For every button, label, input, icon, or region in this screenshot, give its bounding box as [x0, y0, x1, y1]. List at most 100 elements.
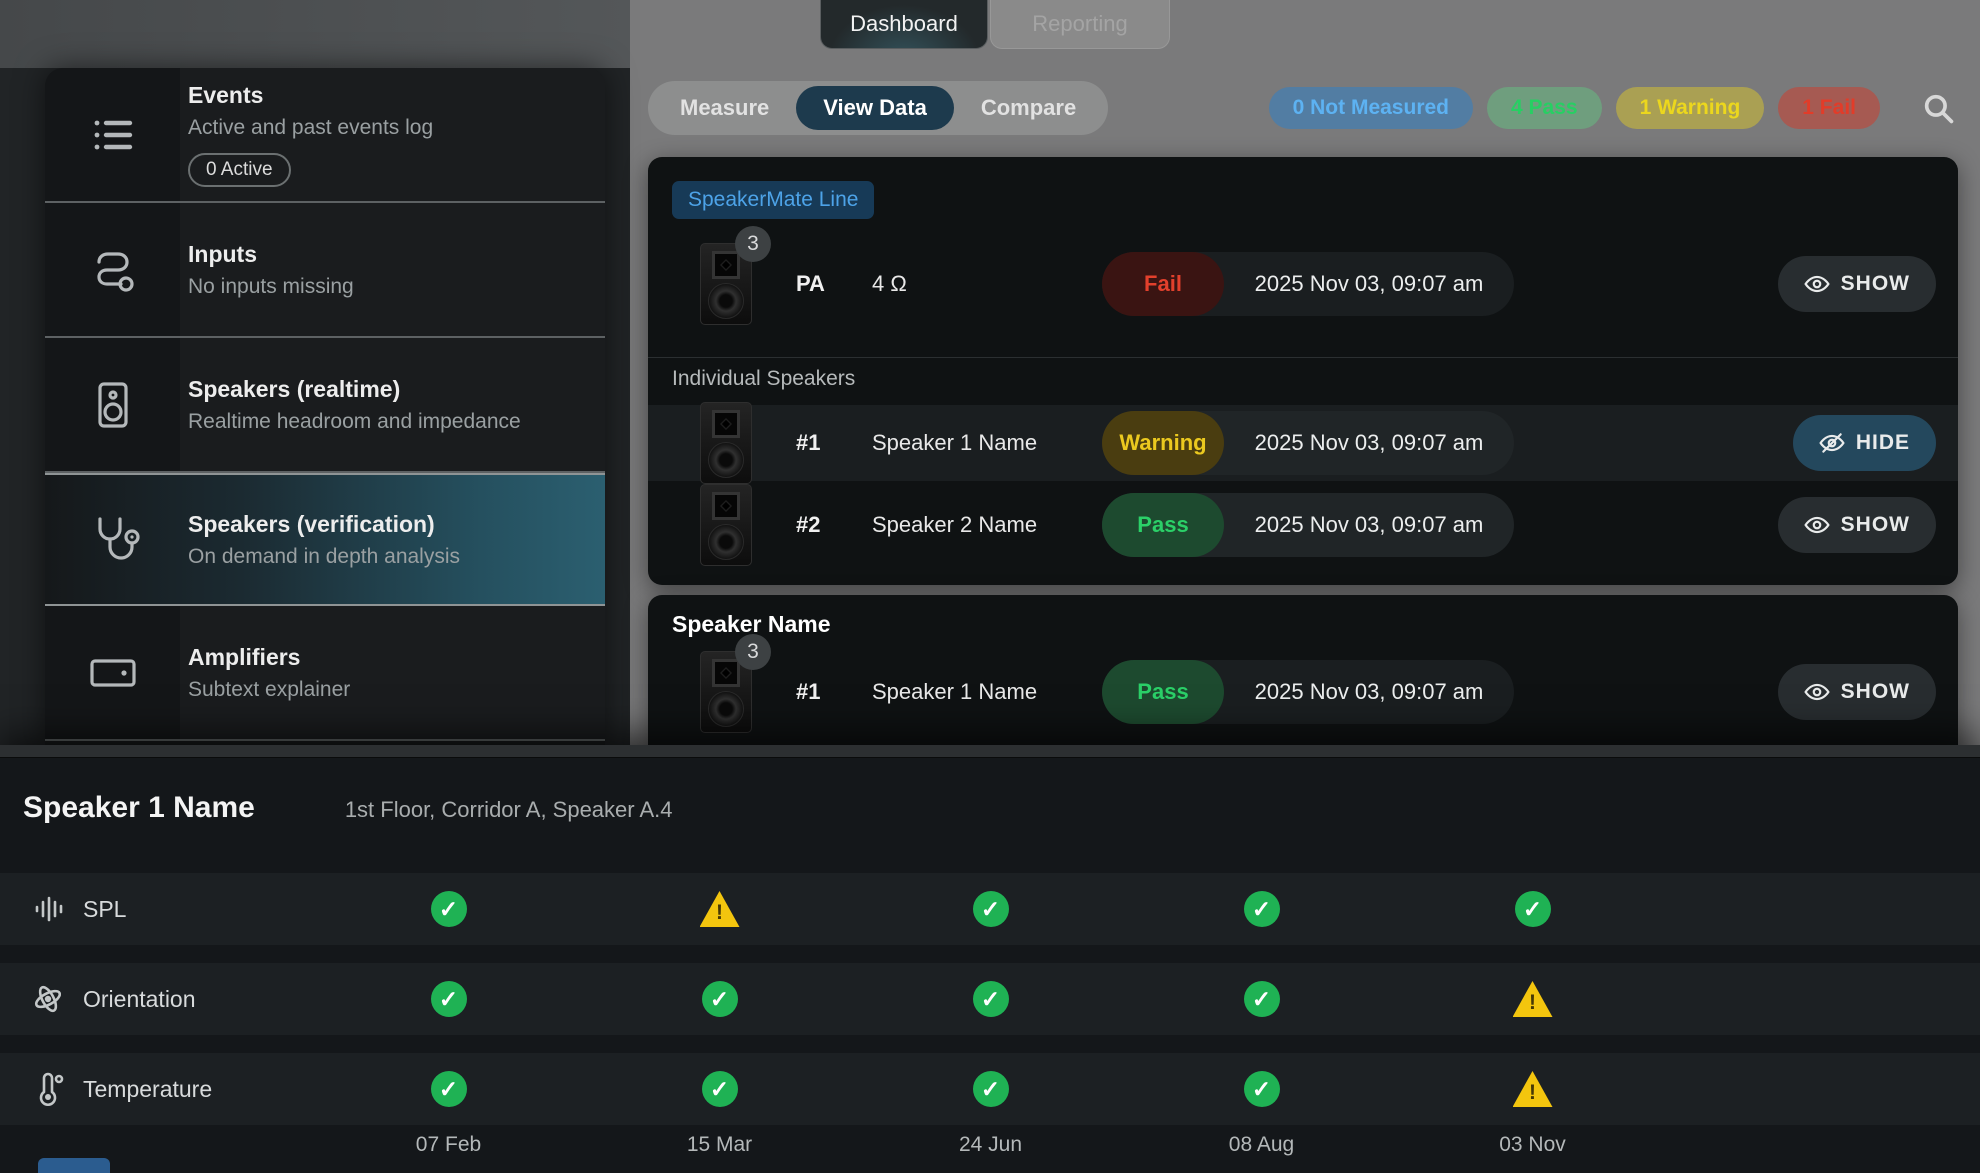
sheet-title: Speaker 1 Name — [23, 791, 255, 825]
sheet-drag-handle[interactable] — [0, 745, 1980, 758]
status-icon[interactable] — [1244, 1071, 1280, 1107]
status-counters: 0 Not Measured 4 Pass 1 Warning 1 Fail — [1269, 87, 1958, 129]
events-active-badge: 0 Active — [188, 153, 291, 187]
status-icon[interactable] — [1513, 1071, 1553, 1107]
sidebar-item-subtitle: No inputs missing — [188, 275, 354, 299]
search-icon[interactable] — [1918, 88, 1958, 128]
sidebar-item-title: Events — [188, 82, 433, 109]
sidebar-item-subtitle: Realtime headroom and impedance — [188, 410, 521, 434]
metric-row-spl: SPL — [0, 873, 1980, 945]
status-icon[interactable] — [702, 1071, 738, 1107]
table-row-speaker-2[interactable]: #2 Speaker 2 Name Pass 2025 Nov 03, 09:0… — [648, 487, 1958, 563]
status-badge: Warning — [1102, 411, 1224, 475]
status-icon[interactable] — [702, 981, 738, 1017]
list-icon — [45, 108, 180, 162]
status-icon[interactable] — [431, 891, 467, 927]
status-icon[interactable] — [1515, 891, 1551, 927]
status-icon[interactable] — [973, 1071, 1009, 1107]
speaker-thumbnail: 3 — [700, 243, 752, 325]
speaker-name: Speaker 1 Name — [872, 430, 1102, 456]
table-row-pa[interactable]: 3 PA 4 Ω Fail 2025 Nov 03, 09:07 am SHOW — [648, 241, 1958, 327]
speaker-name: Speaker 1 Name — [872, 679, 1102, 705]
status-icon[interactable] — [1244, 891, 1280, 927]
metric-label-text: Temperature — [83, 1076, 212, 1103]
sidebar-item-title: Speakers (verification) — [188, 511, 460, 538]
status-group: Pass 2025 Nov 03, 09:07 am — [1102, 493, 1514, 557]
row-id: #1 — [796, 430, 872, 456]
sidebar-item-title: Speakers (realtime) — [188, 376, 521, 403]
speaker-icon — [45, 377, 180, 433]
row-id: #1 — [796, 679, 872, 705]
status-group: Warning 2025 Nov 03, 09:07 am — [1102, 411, 1514, 475]
date-label: 15 Mar — [584, 1133, 855, 1157]
sidebar-item-events[interactable]: Events Active and past events log 0 Acti… — [45, 68, 605, 203]
status-icon[interactable] — [700, 891, 740, 927]
show-hide-button[interactable]: HIDE — [1793, 415, 1936, 471]
sidebar-item-speakers-verification[interactable]: Speakers (verification) On demand in dep… — [45, 473, 605, 606]
mode-view-data-button[interactable]: View Data — [796, 86, 954, 130]
show-hide-button[interactable]: SHOW — [1778, 664, 1936, 720]
row-detail: 4 Ω — [872, 271, 1102, 297]
sidebar-item-title: Amplifiers — [188, 644, 350, 671]
warning-counter-badge[interactable]: 1 Warning — [1616, 87, 1765, 129]
status-group: Pass 2025 Nov 03, 09:07 am — [1102, 660, 1514, 724]
date-axis: 07 Feb 15 Mar 24 Jun 08 Aug 03 Nov — [313, 1133, 1668, 1157]
sidebar-item-inputs[interactable]: Inputs No inputs missing — [45, 203, 605, 338]
show-hide-button[interactable]: SHOW — [1778, 256, 1936, 312]
measurement-timestamp: 2025 Nov 03, 09:07 am — [1224, 271, 1514, 297]
sidebar-item-title: Inputs — [188, 241, 354, 268]
sidebar-item-subtitle: Subtext explainer — [188, 678, 350, 702]
sheet-location-subtitle: 1st Floor, Corridor A, Speaker A.4 — [345, 797, 673, 823]
orientation-icon — [30, 981, 66, 1017]
sidebar-item-subtitle: On demand in depth analysis — [188, 545, 460, 569]
sidebar-item-amplifiers[interactable]: Amplifiers Subtext explainer — [45, 606, 605, 741]
metric-row-temperature: Temperature — [0, 1053, 1980, 1125]
status-group: Fail 2025 Nov 03, 09:07 am — [1102, 252, 1514, 316]
row-id: #2 — [796, 512, 872, 538]
status-icon[interactable] — [1513, 981, 1553, 1017]
toolbar: Measure View Data Compare 0 Not Measured… — [648, 82, 1958, 134]
speaker-thumbnail: 3 — [700, 651, 752, 733]
show-hide-button[interactable]: SHOW — [1778, 497, 1936, 553]
fail-counter-badge[interactable]: 1 Fail — [1778, 87, 1880, 129]
group-tag[interactable]: SpeakerMate Line — [672, 181, 874, 219]
status-badge: Pass — [1102, 493, 1224, 557]
stethoscope-icon — [45, 511, 180, 569]
speaker-detail-sheet: Speaker 1 Name 1st Floor, Corridor A, Sp… — [0, 745, 1980, 1173]
status-icon[interactable] — [431, 981, 467, 1017]
measurement-timestamp: 2025 Nov 03, 09:07 am — [1224, 679, 1514, 705]
table-row-single-speaker[interactable]: 3 #1 Speaker 1 Name Pass 2025 Nov 03, 09… — [648, 649, 1958, 735]
row-id: PA — [796, 271, 872, 297]
spl-icon — [30, 891, 66, 927]
partial-blue-button[interactable] — [38, 1158, 110, 1173]
status-icon[interactable] — [1244, 981, 1280, 1017]
metric-label-text: SPL — [83, 896, 126, 923]
status-badge: Pass — [1102, 660, 1224, 724]
speaker-thumbnail — [700, 402, 752, 484]
sidebar: Events Active and past events log 0 Acti… — [45, 68, 605, 745]
table-row-speaker-1[interactable]: #1 Speaker 1 Name Warning 2025 Nov 03, 0… — [648, 405, 1958, 481]
amplifier-icon — [45, 644, 180, 702]
pass-counter-badge[interactable]: 4 Pass — [1487, 87, 1602, 129]
mode-measure-button[interactable]: Measure — [653, 86, 796, 130]
not-measured-counter-badge[interactable]: 0 Not Measured — [1269, 87, 1473, 129]
speaker-name-panel: Speaker Name 3 #1 Speaker 1 Name Pass 20… — [648, 595, 1958, 745]
mode-compare-button[interactable]: Compare — [954, 86, 1103, 130]
eye-icon — [1804, 271, 1830, 297]
metric-row-orientation: Orientation — [0, 963, 1980, 1035]
sidebar-item-subtitle: Active and past events log — [188, 116, 433, 140]
tab-dashboard[interactable]: Dashboard — [820, 0, 988, 49]
status-icon[interactable] — [431, 1071, 467, 1107]
speaker-count-badge: 3 — [735, 634, 771, 670]
eye-icon — [1804, 512, 1830, 538]
date-label: 24 Jun — [855, 1133, 1126, 1157]
speakermate-line-panel: SpeakerMate Line 3 PA 4 Ω Fail 2025 Nov … — [648, 157, 1958, 585]
metric-label-text: Orientation — [83, 986, 196, 1013]
status-icon[interactable] — [973, 981, 1009, 1017]
sidebar-item-speakers-realtime[interactable]: Speakers (realtime) Realtime headroom an… — [45, 338, 605, 473]
eye-icon — [1804, 679, 1830, 705]
date-label: 03 Nov — [1397, 1133, 1668, 1157]
status-icon[interactable] — [973, 891, 1009, 927]
cable-icon — [45, 242, 180, 298]
tab-reporting[interactable]: Reporting — [990, 0, 1170, 49]
